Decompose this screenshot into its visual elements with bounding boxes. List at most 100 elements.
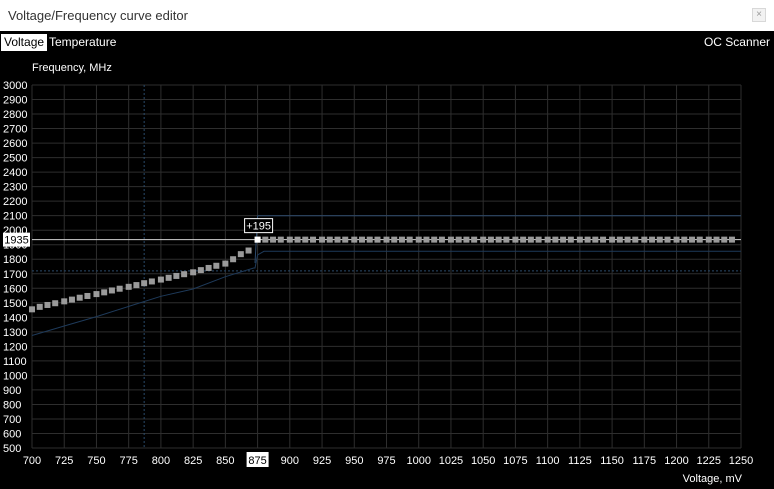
curve-point[interactable] [148,278,155,285]
curve-point[interactable] [487,236,494,243]
curve-point[interactable] [552,236,559,243]
curve-point[interactable] [36,303,43,310]
curve-point[interactable] [632,236,639,243]
curve-point[interactable] [713,236,720,243]
curve-point[interactable] [342,236,349,243]
curve-point[interactable] [181,271,188,278]
curve-point[interactable] [616,236,623,243]
curve-point[interactable] [222,260,229,267]
curve-point[interactable] [664,236,671,243]
curve-point[interactable] [125,283,132,290]
y-tick-label: 2100 [3,211,27,223]
curve-point[interactable] [584,236,591,243]
curve-point[interactable] [520,236,527,243]
curve-point[interactable] [76,294,83,301]
curve-point[interactable] [190,269,197,276]
curve-point[interactable] [689,236,696,243]
curve-point[interactable] [527,236,534,243]
curve-point[interactable] [237,251,244,258]
curve-point[interactable] [108,287,115,294]
curve-point[interactable] [696,236,703,243]
markers: +195 1935 [3,218,274,247]
curve-point[interactable] [29,306,35,313]
curve-point[interactable] [463,236,470,243]
curve-point[interactable] [721,236,728,243]
curve-point[interactable] [398,236,405,243]
title-bar: Voltage/Frequency curve editor × [0,0,774,31]
curve-point[interactable] [600,236,607,243]
curve-point[interactable] [503,236,510,243]
curve-point[interactable] [455,236,462,243]
curve-point[interactable] [270,236,277,243]
x-tick-label: 1100 [536,455,560,467]
curve-point[interactable] [673,236,680,243]
curve-point[interactable] [351,236,358,243]
vf-curve-chart[interactable]: Frequency, MHz 500 600 700 800 900 1000 1100 12… [0,53,774,489]
tab-temperature[interactable]: Temperature [46,34,119,51]
curve-point[interactable] [230,256,237,263]
curve-point[interactable] [61,298,68,305]
curve-point[interactable] [213,262,220,269]
curve-point[interactable] [302,236,309,243]
curve-point[interactable] [415,236,422,243]
curve-point[interactable] [173,272,180,279]
curve-point[interactable] [560,236,567,243]
curve-point[interactable] [705,236,712,243]
curve-point[interactable] [277,236,284,243]
curve-point[interactable] [406,236,413,243]
curve-point[interactable] [245,247,252,254]
curve-point[interactable] [495,236,502,243]
curve-point[interactable] [544,236,551,243]
curve-point[interactable] [391,236,398,243]
curve-point[interactable] [592,236,599,243]
curve-point[interactable] [576,236,583,243]
curve-point[interactable] [84,292,91,299]
curve-point[interactable] [286,236,293,243]
x-tick-label: 1000 [406,455,430,467]
curve-point[interactable] [262,236,269,243]
curve-point[interactable] [567,236,574,243]
curve-point[interactable] [197,267,204,274]
curve-point[interactable] [165,274,172,281]
curve-point[interactable] [656,236,663,243]
oc-scanner-button[interactable]: OC Scanner [701,34,773,51]
curve-point[interactable] [294,236,301,243]
curve-point[interactable] [326,236,333,243]
curve-point[interactable] [310,236,317,243]
curve-point[interactable] [68,296,75,303]
curve-point[interactable] [383,236,390,243]
curve-point[interactable] [480,236,487,243]
curve-point[interactable] [205,264,212,271]
curve-point[interactable] [431,236,438,243]
curve-points[interactable] [29,236,735,313]
curve-point[interactable] [447,236,454,243]
curve-point[interactable] [157,276,164,283]
curve-point[interactable] [52,300,59,307]
curve-point[interactable] [649,236,656,243]
curve-point[interactable] [512,236,519,243]
tab-voltage[interactable]: Voltage [1,34,48,51]
selected-point[interactable] [254,236,261,243]
curve-point[interactable] [641,236,648,243]
curve-point[interactable] [681,236,688,243]
curve-point[interactable] [609,236,616,243]
curve-point[interactable] [471,236,478,243]
curve-point[interactable] [624,236,631,243]
curve-point[interactable] [366,236,373,243]
curve-point[interactable] [334,236,341,243]
curve-point[interactable] [319,236,326,243]
curve-point[interactable] [359,236,366,243]
curve-point[interactable] [374,236,381,243]
curve-point[interactable] [423,236,430,243]
curve-point[interactable] [728,236,735,243]
curve-point[interactable] [535,236,542,243]
curve-point[interactable] [101,289,108,296]
curve-point[interactable] [93,291,100,298]
curve-point[interactable] [44,301,51,308]
close-button[interactable]: × [752,8,766,22]
curve-point[interactable] [141,280,148,287]
curve-point[interactable] [133,282,140,289]
curve-point[interactable] [438,236,445,243]
curve-point[interactable] [116,285,123,292]
x-tick-label: 950 [345,455,363,467]
